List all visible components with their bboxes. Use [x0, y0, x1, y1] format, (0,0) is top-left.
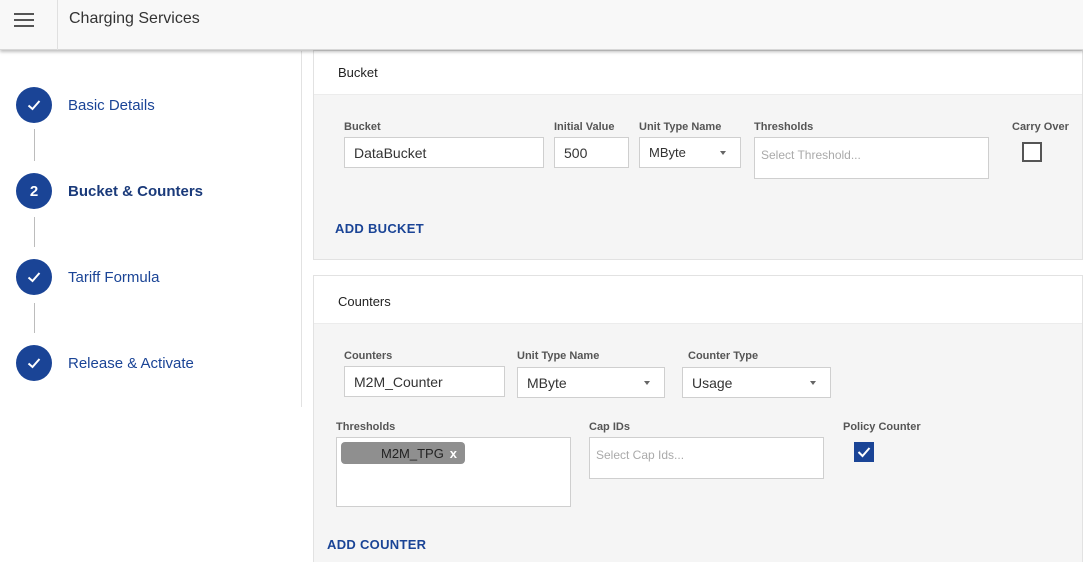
- step-bucket-counters[interactable]: 2 Bucket & Counters: [16, 173, 203, 209]
- add-counter-button[interactable]: ADD COUNTER: [327, 537, 426, 552]
- chevron-down-icon: [810, 381, 816, 385]
- step-release-activate[interactable]: Release & Activate: [16, 345, 194, 381]
- step-connector: [34, 129, 35, 161]
- step-label: Tariff Formula: [68, 268, 160, 286]
- bucket-input[interactable]: DataBucket: [344, 137, 544, 168]
- counters-label: Counters: [344, 350, 393, 362]
- carry-over-checkbox[interactable]: [1022, 142, 1042, 162]
- counter-thresholds-label: Thresholds: [336, 421, 396, 433]
- unit-type-select[interactable]: MByte: [639, 137, 741, 168]
- app-header: Charging Services: [0, 0, 1083, 50]
- chip-label: M2M_TPG: [381, 445, 444, 461]
- bucket-panel-header: Bucket: [314, 51, 1082, 95]
- counter-unit-type-select[interactable]: MByte: [517, 367, 665, 398]
- policy-counter-label: Policy Counter: [843, 421, 921, 433]
- counter-unit-type-value: MByte: [527, 374, 567, 391]
- counters-panel-header: Counters: [314, 276, 1082, 324]
- step-connector: [34, 303, 35, 333]
- step-label: Release & Activate: [68, 354, 194, 372]
- check-icon: [16, 345, 52, 381]
- counter-type-label: Counter Type: [688, 350, 759, 362]
- chevron-down-icon: [644, 381, 650, 385]
- hamburger-menu-icon[interactable]: [0, 0, 58, 50]
- threshold-chip: M2M_TPG x: [341, 442, 465, 464]
- bucket-panel: Bucket Bucket DataBucket Initial Value 5…: [313, 50, 1083, 260]
- add-bucket-button[interactable]: ADD BUCKET: [335, 221, 424, 236]
- counter-thresholds-select[interactable]: M2M_TPG x: [336, 437, 571, 507]
- thresholds-label: Thresholds: [754, 121, 814, 133]
- cap-ids-select[interactable]: Select Cap Ids...: [589, 437, 824, 479]
- bucket-section-title: Bucket: [338, 65, 378, 80]
- counters-panel: Counters Counters M2M_Counter Unit Type …: [313, 275, 1083, 562]
- initial-value-label: Initial Value: [554, 121, 615, 133]
- step-tariff-formula[interactable]: Tariff Formula: [16, 259, 159, 295]
- check-icon: [857, 447, 871, 458]
- page-title: Charging Services: [69, 10, 200, 27]
- unit-type-label: Unit Type Name: [639, 121, 722, 133]
- step-label: Basic Details: [68, 96, 155, 114]
- step-label: Bucket & Counters: [68, 182, 204, 200]
- counters-input[interactable]: M2M_Counter: [344, 366, 505, 397]
- step-number: 2: [16, 173, 52, 209]
- carry-over-label: Carry Over: [1012, 121, 1069, 133]
- bucket-label: Bucket: [344, 121, 381, 133]
- thresholds-select[interactable]: Select Threshold...: [754, 137, 989, 179]
- remove-chip-icon[interactable]: x: [450, 446, 457, 461]
- counter-type-value: Usage: [692, 374, 733, 391]
- wizard-stepper: Basic Details 2 Bucket & Counters Tariff…: [0, 51, 302, 407]
- cap-ids-label: Cap IDs: [589, 421, 630, 433]
- policy-counter-checkbox[interactable]: [854, 442, 874, 462]
- check-icon: [16, 87, 52, 123]
- step-basic-details[interactable]: Basic Details: [16, 87, 155, 123]
- initial-value-input[interactable]: 500: [554, 137, 629, 168]
- chevron-down-icon: [720, 151, 726, 155]
- counters-section-title: Counters: [338, 294, 391, 309]
- check-icon: [16, 259, 52, 295]
- step-connector: [34, 217, 35, 247]
- unit-type-value: MByte: [649, 145, 686, 160]
- counter-type-select[interactable]: Usage: [682, 367, 831, 398]
- counter-unit-type-label: Unit Type Name: [517, 350, 600, 362]
